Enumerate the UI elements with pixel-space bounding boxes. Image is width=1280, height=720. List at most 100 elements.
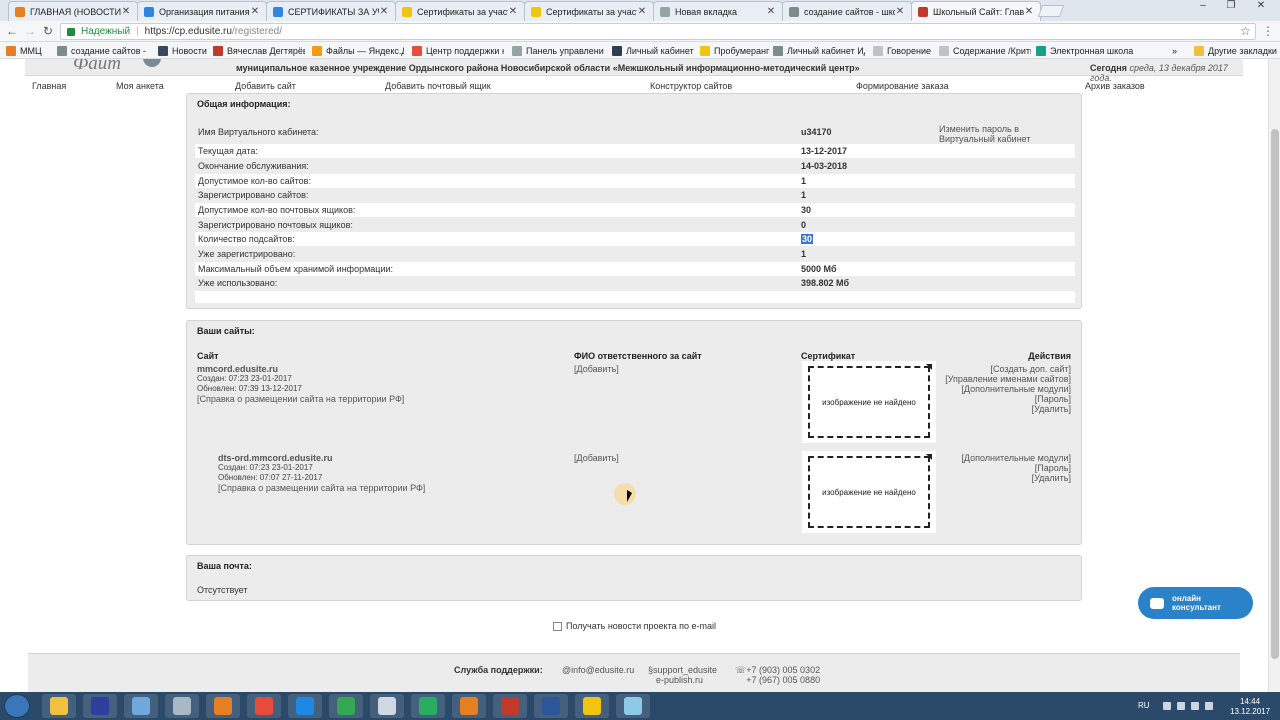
site-name[interactable]: dts-ord.mmcord.edusite.ru [218, 453, 425, 463]
add-person-link[interactable]: [Добавить] [574, 364, 619, 374]
tab-glavnaya[interactable]: ГЛАВНАЯ (НОВОСТИ) ✕ [8, 1, 138, 21]
info-row: Зарегистрировано почтовых ящиков: 0 [198, 220, 807, 230]
bookmark-novosti[interactable]: Новости [158, 44, 208, 57]
tab-sozdanie[interactable]: создание сайтов - школ ✕ [782, 1, 912, 21]
close-icon[interactable]: ✕ [250, 6, 260, 17]
tab-new[interactable]: Новая вкладка ✕ [653, 1, 783, 21]
password-link[interactable]: [Пароль] [945, 394, 1071, 404]
scrollbar-thumb[interactable] [1271, 129, 1279, 659]
new-tab-button[interactable] [1037, 5, 1065, 17]
taskbar-pdf-button[interactable] [493, 694, 527, 718]
bookmark-cabinet-id[interactable]: Личный кабинет ИД [773, 44, 865, 57]
bookmark-cabinet[interactable]: Личный кабинет [612, 44, 696, 57]
taskbar-window-button[interactable] [370, 694, 404, 718]
more-bookmarks-icon[interactable]: » [1172, 44, 1182, 57]
taskbar-teamviewer-button[interactable] [288, 694, 322, 718]
taskbar-pencil-button[interactable] [452, 694, 486, 718]
bookmark-mmc[interactable]: ММЦ [6, 44, 52, 57]
taskbar-firefox-button[interactable] [206, 694, 240, 718]
taskbar-office-button[interactable] [247, 694, 281, 718]
taskbar-monitor-button[interactable] [124, 694, 158, 718]
taskbar-notes-button[interactable] [616, 694, 650, 718]
extra-modules-link[interactable]: [Дополнительные модули] [945, 384, 1071, 394]
tab-favicon-icon [144, 6, 154, 17]
close-icon[interactable]: ✕ [508, 6, 518, 17]
support-email[interactable]: @info@edusite.ru [562, 665, 634, 675]
bookmark-control-panel[interactable]: Панель управления [512, 44, 604, 57]
add-person-link[interactable]: [Добавить] [574, 453, 619, 463]
news-subscribe[interactable]: Получать новости проекта по e-mail [553, 621, 716, 631]
password-link[interactable]: [Пароль] [961, 463, 1071, 473]
reload-icon[interactable]: ↻ [41, 24, 55, 38]
taskbar-save-button[interactable] [83, 694, 117, 718]
tab-certificates-upper[interactable]: СЕРТИФИКАТЫ ЗА УЧАСТ✕ [266, 1, 396, 21]
extra-modules-link[interactable]: [Дополнительные модули] [961, 453, 1071, 463]
bookmark-support-center[interactable]: Центр поддержки к [412, 44, 504, 57]
taskbar-chrome-button[interactable] [329, 694, 363, 718]
info-row: Максимальный объем хранимой информации: 5… [195, 262, 1075, 276]
col-certificate: Сертификат [801, 351, 856, 361]
forward-icon[interactable]: → [23, 24, 37, 38]
support-skype[interactable]: §support_edusite e-publish.ru [648, 665, 717, 685]
close-icon[interactable]: ✕ [637, 6, 647, 17]
manage-names-link[interactable]: [Управление именами сайтов] [945, 374, 1071, 384]
volume-icon[interactable] [1205, 702, 1213, 710]
close-icon[interactable]: ✕ [895, 6, 905, 17]
close-icon[interactable]: ✕ [121, 6, 131, 17]
bookmark-degtyarev[interactable]: Вячеслав Дегтярёв [213, 44, 305, 57]
flag-icon[interactable] [1191, 702, 1199, 710]
clock[interactable]: 14:44 13.12.2017 [1230, 697, 1270, 717]
window-close-icon[interactable]: ✕ [1248, 0, 1274, 14]
other-bookmarks[interactable]: Другие закладки [1194, 44, 1280, 57]
tab-school-site[interactable]: Школьный Сайт: Главна✕ [911, 1, 1041, 21]
taskbar-mail-at-button[interactable] [411, 694, 445, 718]
bookmark-e-school[interactable]: Электронная школа [1036, 44, 1136, 57]
start-button[interactable] [4, 694, 30, 718]
close-icon[interactable]: ✕ [766, 6, 776, 17]
address-bar[interactable]: Надежный | https://cp.edusite.ru/registe… [60, 23, 1256, 40]
paint-icon [583, 697, 601, 715]
nav-order-archive[interactable]: Архив заказов [1085, 81, 1145, 91]
bookmark-probumerang[interactable]: Пробумеранг [700, 44, 770, 57]
tab-title: создание сайтов - школ [804, 6, 895, 17]
bookmark-sozdanie[interactable]: создание сайтов - ш [57, 44, 149, 57]
bookmark-yandex-disk[interactable]: Файлы — Яндекс.Ди [312, 44, 404, 57]
nav-site-builder[interactable]: Конструктор сайтов [650, 81, 732, 91]
network-icon[interactable] [1177, 702, 1185, 710]
bookmark-star-icon[interactable]: ☆ [1240, 24, 1251, 38]
tab-pitanie[interactable]: Организация питания ✕ [137, 1, 267, 21]
news-checkbox[interactable] [553, 621, 562, 631]
tray-up-icon[interactable] [1163, 702, 1171, 710]
close-icon[interactable]: ✕ [1024, 6, 1034, 17]
site-name[interactable]: mmcord.edusite.ru [197, 364, 404, 374]
language-indicator[interactable]: RU [1138, 701, 1150, 710]
nav-order[interactable]: Формирование заказа [856, 81, 949, 91]
taskbar-explorer-button[interactable] [42, 694, 76, 718]
back-icon[interactable]: ← [5, 24, 19, 38]
menu-icon[interactable]: ⋮ [1262, 24, 1274, 38]
nav-main[interactable]: Главная [32, 81, 66, 91]
maximize-icon[interactable]: ❐ [1218, 0, 1244, 14]
create-extra-site-link[interactable]: [Создать доп. сайт] [945, 364, 1072, 374]
minimize-icon[interactable]: – [1190, 0, 1216, 14]
taskbar-gear-button[interactable] [165, 694, 199, 718]
taskbar-paint-button[interactable] [575, 694, 609, 718]
info-row-empty [195, 291, 1075, 303]
taskbar-word-button[interactable] [534, 694, 568, 718]
close-icon[interactable]: ✕ [379, 6, 389, 17]
nav-add-mailbox[interactable]: Добавить почтовый ящик [385, 81, 491, 91]
site-help-link[interactable]: [Справка о размещении сайта на территори… [218, 483, 425, 493]
site-help-link[interactable]: [Справка о размещении сайта на территори… [197, 394, 404, 404]
change-password-link[interactable]: Изменить пароль в Виртуальный кабинет [939, 124, 1069, 144]
delete-link[interactable]: [Удалить] [961, 473, 1071, 483]
page-scrollbar[interactable] [1268, 59, 1280, 692]
bookmark-icon [412, 45, 422, 56]
nav-add-site[interactable]: Добавить сайт [235, 81, 296, 91]
tab-certificates-1[interactable]: Сертификаты за участие✕ [395, 1, 525, 21]
online-consultant-button[interactable]: онлайн консультант [1138, 587, 1253, 619]
nav-profile[interactable]: Моя анкета [116, 81, 164, 91]
tab-certificates-2[interactable]: Сертификаты за участие✕ [524, 1, 654, 21]
delete-link[interactable]: [Удалить] [945, 404, 1071, 414]
bookmark-govorenie[interactable]: Говорение [873, 44, 937, 57]
bookmark-soderzhanie[interactable]: Содержание /Крити [939, 44, 1031, 57]
